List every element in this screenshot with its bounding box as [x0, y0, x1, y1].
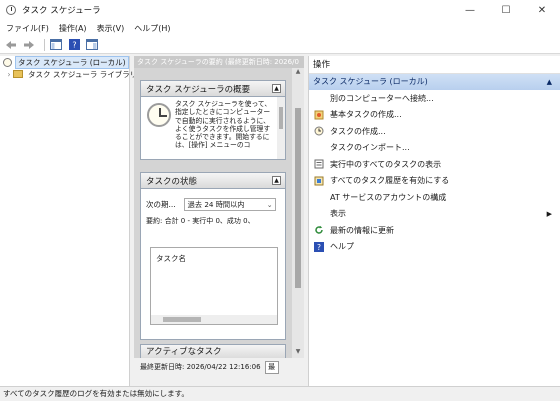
overview-body: タスク スケジューラを使って、指定したときにコンピューターで自動的に実行されるよ… — [141, 97, 285, 159]
blank-icon — [314, 93, 324, 103]
task-status-body: 次の期... 過去 24 時間以内 ⌄ 要約: 合計 0 - 実行中 0、成功 … — [141, 189, 285, 339]
toolbar-separator — [44, 38, 45, 51]
status-bar: すべてのタスク履歴のログを有効または無効にします。 — [0, 386, 560, 401]
basic-task-icon — [314, 110, 324, 120]
overview-scrollbar[interactable] — [277, 97, 285, 159]
collapse-icon[interactable]: ▲ — [272, 176, 281, 185]
refresh-summary-button[interactable]: 最 — [264, 360, 279, 374]
blank-icon — [314, 209, 324, 219]
title-bar: タスク スケジューラ — ☐ ✕ — [0, 0, 560, 20]
help-icon[interactable]: ? — [67, 38, 81, 52]
scroll-up-icon[interactable]: ▲ — [292, 68, 304, 78]
task-name-column-header[interactable]: タスク名 — [156, 253, 186, 264]
action-label: 基本タスクの作成... — [330, 110, 402, 120]
window-controls: — ☐ ✕ — [452, 0, 560, 20]
svg-text:?: ? — [72, 41, 76, 50]
chevron-right-icon[interactable]: › — [5, 70, 13, 79]
task-list[interactable]: タスク名 — [150, 247, 278, 325]
scrollbar-thumb[interactable] — [295, 108, 301, 288]
overview-section-title: タスク スケジューラの概要 — [146, 84, 251, 95]
overview-section: タスク スケジューラの概要 ▲ タスク スケジューラを使って、指定したときにコン… — [140, 80, 286, 160]
tree-item-root[interactable]: タスク スケジューラ (ローカル) — [0, 55, 129, 69]
period-label: 次の期... — [146, 200, 176, 209]
refresh-icon — [314, 225, 324, 235]
action-enable-all-history[interactable]: すべてのタスク履歴を有効にする — [309, 173, 560, 190]
action-label: 表示 — [330, 209, 346, 219]
task-status-section: タスクの状態 ▲ 次の期... 過去 24 時間以内 ⌄ 要約: 合計 0 - … — [140, 172, 286, 340]
enable-history-icon — [314, 176, 324, 186]
menu-file[interactable]: ファイル(F) — [6, 23, 49, 34]
task-status-section-header[interactable]: タスクの状態 ▲ — [141, 173, 285, 189]
task-list-hscrollbar[interactable] — [151, 315, 277, 324]
blank-icon — [314, 143, 324, 153]
action-show-running-tasks[interactable]: 実行中のすべてのタスクの表示 — [309, 156, 560, 173]
menu-bar: ファイル(F) 操作(A) 表示(V) ヘルプ(H) — [0, 20, 560, 36]
show-hide-console-tree-icon[interactable] — [49, 38, 63, 52]
tree-item-library-label: タスク スケジューラ ライブラリ — [28, 69, 138, 79]
console-tree: タスク スケジューラ (ローカル) › タスク スケジューラ ライブラリ — [0, 55, 138, 386]
period-row: 次の期... 過去 24 時間以内 ⌄ — [146, 198, 276, 211]
overview-text: タスク スケジューラを使って、指定したときにコンピューターで自動的に実行されるよ… — [175, 100, 272, 150]
toolbar: ? — [0, 36, 560, 54]
task-status-section-title: タスクの状態 — [146, 176, 198, 187]
folder-icon — [13, 70, 23, 78]
action-view[interactable]: 表示 ▶ — [309, 206, 560, 223]
action-help[interactable]: ? ヘルプ — [309, 239, 560, 256]
task-scheduler-app-icon — [6, 5, 16, 15]
minimize-button[interactable]: — — [452, 0, 488, 20]
action-create-basic-task[interactable]: 基本タスクの作成... — [309, 107, 560, 124]
menu-help[interactable]: ヘルプ(H) — [134, 23, 170, 34]
submenu-arrow-icon: ▶ — [546, 209, 552, 218]
window-title: タスク スケジューラ — [22, 6, 101, 16]
action-connect-computer[interactable]: 別のコンピューターへ接続... — [309, 90, 560, 107]
summary-pane: タスク スケジューラの概要 ▲ タスク スケジューラを使って、指定したときにコン… — [134, 68, 304, 358]
actions-title: 操作 — [309, 56, 560, 74]
period-select[interactable]: 過去 24 時間以内 ⌄ — [183, 198, 276, 211]
actions-group-label: タスク スケジューラ (ローカル) — [313, 77, 428, 86]
active-tasks-section-header[interactable]: アクティブなタスク — [140, 344, 286, 358]
action-label: すべてのタスク履歴を有効にする — [330, 176, 450, 186]
action-at-service-account[interactable]: AT サービスのアカウントの構成 — [309, 189, 560, 206]
collapse-icon[interactable]: ▲ — [272, 84, 281, 93]
action-label: ヘルプ — [330, 242, 354, 252]
chevron-down-icon: ⌄ — [266, 200, 273, 209]
create-task-icon — [314, 126, 324, 136]
action-label: 別のコンピューターへ接続... — [330, 93, 434, 103]
tree-item-root-label: タスク スケジューラ (ローカル) — [15, 55, 129, 69]
menu-action[interactable]: 操作(A) — [59, 23, 87, 34]
clock-icon — [147, 103, 171, 127]
clock-icon — [3, 57, 12, 67]
scroll-down-icon[interactable]: ▼ — [292, 348, 304, 358]
action-pane-icon[interactable] — [85, 38, 99, 52]
summary-scrollbar[interactable]: ▲ ▼ — [292, 68, 304, 358]
maximize-button[interactable]: ☐ — [488, 0, 524, 20]
action-label: タスクのインポート... — [330, 143, 410, 153]
action-refresh[interactable]: 最新の情報に更新 — [309, 222, 560, 239]
action-label: タスクの作成... — [330, 126, 386, 136]
tree-item-library[interactable]: › タスク スケジューラ ライブラリ — [0, 68, 138, 80]
forward-arrow-icon[interactable] — [22, 38, 36, 52]
action-label: 実行中のすべてのタスクの表示 — [330, 159, 442, 169]
overview-section-header[interactable]: タスク スケジューラの概要 ▲ — [141, 81, 285, 97]
menu-view[interactable]: 表示(V) — [97, 23, 125, 34]
action-create-task[interactable]: タスクの作成... — [309, 123, 560, 140]
actions-group-header[interactable]: タスク スケジューラ (ローカル) ▲ — [309, 74, 560, 90]
period-select-value: 過去 24 時間以内 — [187, 199, 245, 209]
collapse-icon[interactable]: ▲ — [547, 74, 552, 90]
action-label: AT サービスのアカウントの構成 — [330, 192, 447, 202]
blank-icon — [314, 192, 324, 202]
last-updated-text: 最終更新日時: 2026/04/22 12:16:06 — [140, 363, 261, 371]
running-tasks-icon — [314, 159, 324, 169]
action-import-task[interactable]: タスクのインポート... — [309, 140, 560, 157]
help-icon: ? — [314, 241, 324, 252]
close-button[interactable]: ✕ — [524, 0, 560, 20]
status-summary: 要約: 合計 0 - 実行中 0、成功 0、 — [146, 217, 255, 225]
action-label: 最新の情報に更新 — [330, 225, 394, 235]
summary-header: タスク スケジューラの要約 (最終更新日時: 2026/0 — [134, 56, 304, 68]
back-arrow-icon[interactable] — [4, 38, 18, 52]
actions-pane: 操作 タスク スケジューラ (ローカル) ▲ 別のコンピューターへ接続... 基… — [308, 56, 560, 386]
svg-text:?: ? — [317, 243, 321, 252]
summary-footer: 最終更新日時: 2026/04/22 12:16:06 最 — [134, 358, 304, 376]
